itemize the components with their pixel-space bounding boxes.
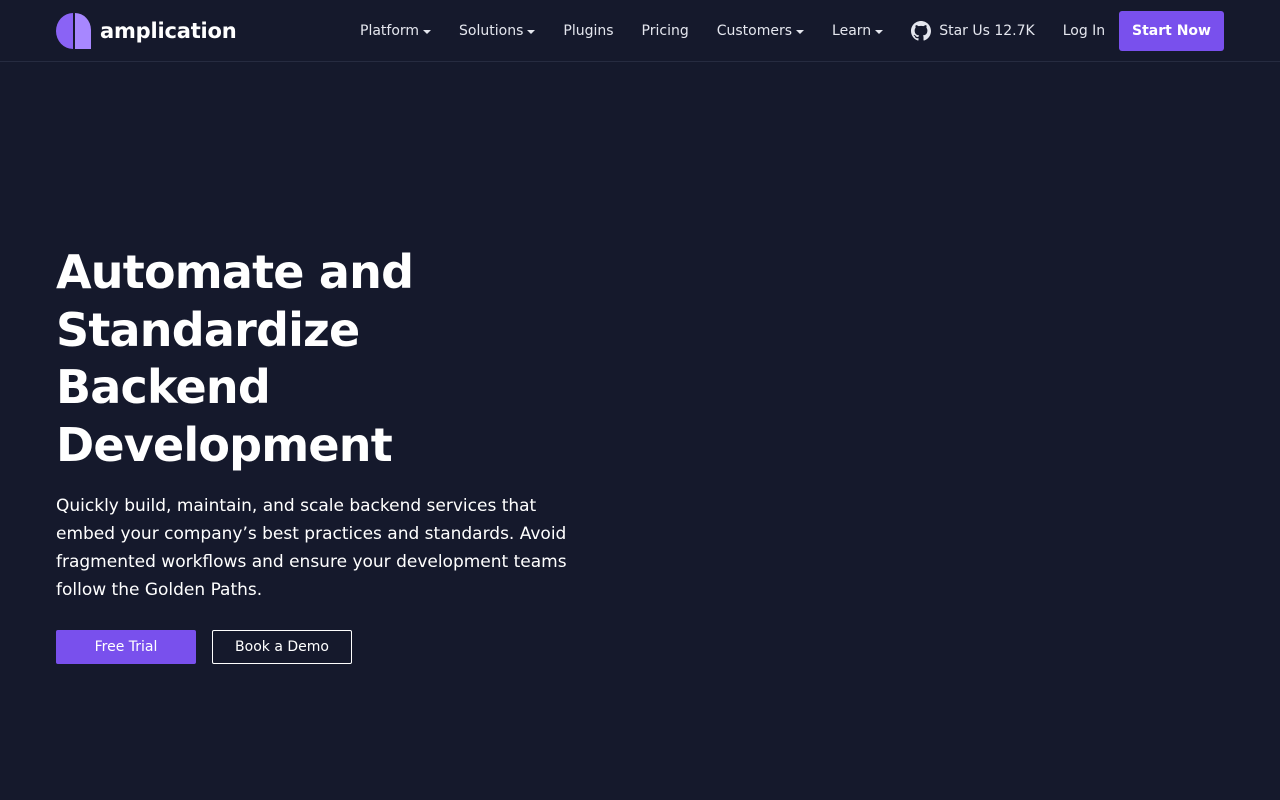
github-icon	[911, 21, 932, 41]
github-star-label: Star Us 12.7K	[939, 23, 1035, 39]
hero-subtitle: Quickly build, maintain, and scale backe…	[56, 496, 567, 600]
hero-title-line: Development	[56, 417, 393, 472]
start-now-button[interactable]: Start Now	[1119, 11, 1224, 51]
hero-title-line: Automate and	[56, 245, 414, 299]
nav-learn[interactable]: Learn	[832, 23, 884, 39]
github-star-link[interactable]: Star Us 12.7K	[911, 21, 1035, 41]
hero-title-line: Backend	[56, 360, 271, 414]
nav-plugins[interactable]: Plugins	[563, 23, 613, 39]
nav-learn-label: Learn	[832, 23, 872, 39]
free-trial-button[interactable]: Free Trial	[56, 630, 196, 664]
nav-pricing[interactable]: Pricing	[642, 23, 689, 39]
nav-solutions-label: Solutions	[459, 23, 524, 39]
nav-customers[interactable]: Customers	[716, 23, 805, 39]
hero-cta-row: Free Trial Book a Demo	[56, 630, 596, 664]
hero-title-line: Standardize	[56, 302, 360, 357]
top-navbar: amplication Platform Solutions Plugins P…	[0, 0, 1280, 62]
brand-logo-link[interactable]: amplication	[56, 13, 237, 49]
chevron-down-icon	[423, 29, 432, 34]
book-demo-button[interactable]: Book a Demo	[212, 630, 352, 664]
chevron-down-icon	[796, 29, 805, 34]
login-link[interactable]: Log In	[1063, 23, 1105, 39]
chevron-down-icon	[875, 29, 884, 34]
hero-section: Automate and Standardize Backend Develop…	[56, 244, 596, 664]
nav-solutions[interactable]: Solutions	[459, 23, 536, 39]
main-nav: Platform Solutions Plugins Pricing Custo…	[360, 0, 1135, 62]
hero-title: Automate and Standardize Backend Develop…	[56, 244, 596, 474]
nav-platform-label: Platform	[360, 23, 420, 39]
amplication-logo-icon	[56, 13, 91, 49]
nav-customers-label: Customers	[716, 23, 793, 39]
nav-platform[interactable]: Platform	[360, 23, 432, 39]
chevron-down-icon	[527, 29, 536, 34]
brand-name: amplication	[100, 19, 237, 43]
